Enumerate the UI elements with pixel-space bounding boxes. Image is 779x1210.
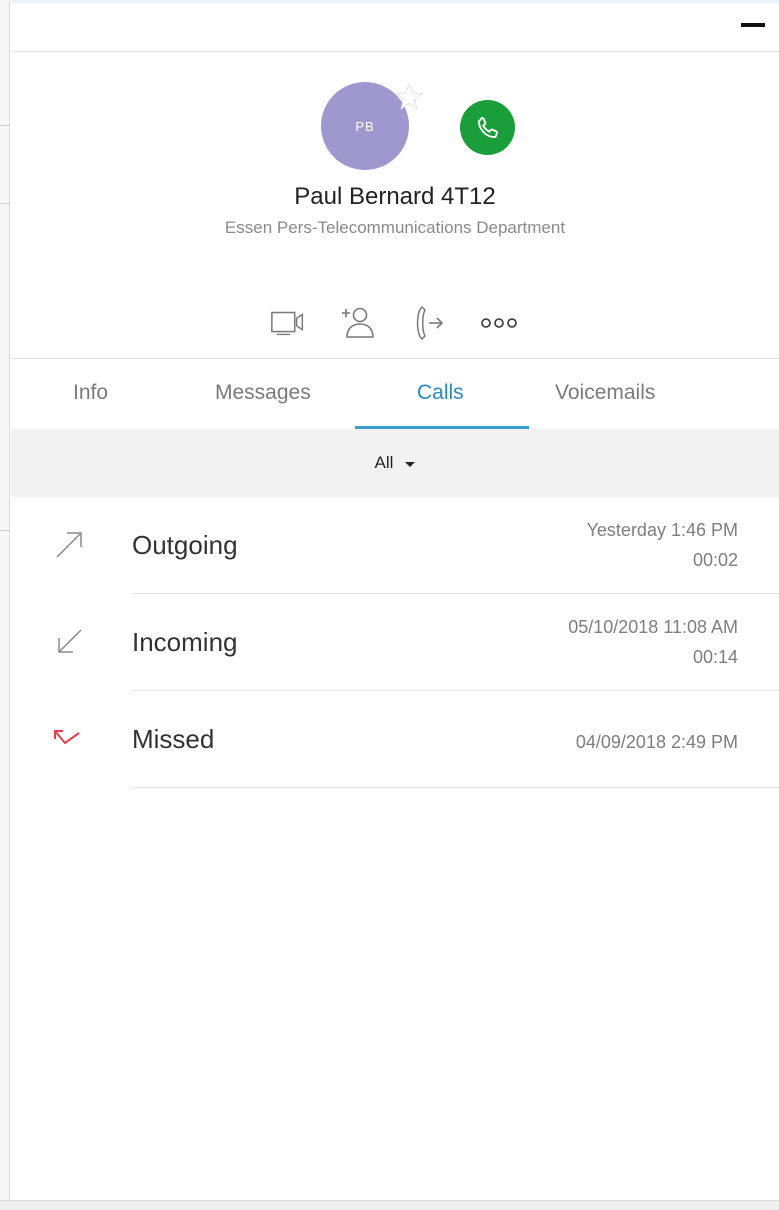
phone-icon — [477, 116, 498, 138]
contact-department: Essen Pers-Telecommunications Department — [224, 218, 566, 237]
call-type: Incoming — [132, 627, 238, 657]
pane-divider — [0, 530, 10, 531]
contact-actions — [269, 302, 519, 344]
call-filter-dropdown[interactable]: All — [375, 453, 416, 473]
bottom-strip — [0, 1200, 779, 1210]
call-duration: 00:02 — [692, 550, 738, 570]
call-time: 04/09/2018 2:49 PM — [575, 732, 738, 752]
video-call-button[interactable] — [269, 303, 309, 343]
incoming-arrow-icon — [58, 629, 82, 653]
add-person-icon — [342, 307, 374, 338]
avatar-initials: PB — [355, 118, 375, 134]
tab-calls[interactable]: Calls — [417, 381, 464, 405]
star-icon[interactable] — [394, 82, 424, 112]
video-camera-icon — [271, 311, 304, 336]
filter-bar: All — [11, 429, 779, 497]
left-pane-edge — [0, 0, 10, 1200]
pane-divider — [0, 125, 10, 126]
missed-call-icon — [54, 730, 80, 745]
call-row-missed[interactable]: Missed 04/09/2018 2:49 PM — [11, 691, 779, 788]
call-time: 05/10/2018 11:08 AM — [568, 617, 738, 637]
more-options-button[interactable] — [479, 303, 519, 343]
tab-messages[interactable]: Messages — [215, 381, 311, 405]
contact-name: Paul Bernard 4T12 — [294, 183, 496, 210]
contact-panel: PB Paul Bernard 4T12 Essen Pers-Telecomm… — [11, 0, 779, 1200]
call-type: Missed — [132, 724, 215, 754]
transfer-call-button[interactable] — [409, 303, 449, 343]
call-button[interactable] — [460, 100, 515, 155]
outgoing-arrow-icon — [56, 532, 82, 558]
more-dots-icon — [481, 318, 517, 328]
caret-down-icon — [405, 461, 416, 467]
tab-bar: Info Messages Calls Voicemails — [11, 358, 779, 429]
call-row-outgoing[interactable]: Outgoing Yesterday 1:46 PM 00:02 — [11, 497, 779, 594]
title-bar — [11, 3, 779, 52]
call-duration: 00:14 — [692, 647, 738, 667]
call-row-incoming[interactable]: Incoming 05/10/2018 11:08 AM 00:14 — [11, 594, 779, 691]
call-transfer-icon — [416, 306, 444, 340]
call-time: Yesterday 1:46 PM — [586, 520, 738, 540]
add-contact-button[interactable] — [339, 303, 379, 343]
tab-info[interactable]: Info — [73, 381, 108, 405]
filter-label: All — [374, 453, 394, 472]
pane-divider — [0, 203, 10, 204]
minimize-button[interactable] — [741, 23, 765, 27]
row-divider — [132, 787, 779, 788]
tab-voicemails[interactable]: Voicemails — [555, 381, 655, 405]
call-type: Outgoing — [132, 530, 238, 560]
